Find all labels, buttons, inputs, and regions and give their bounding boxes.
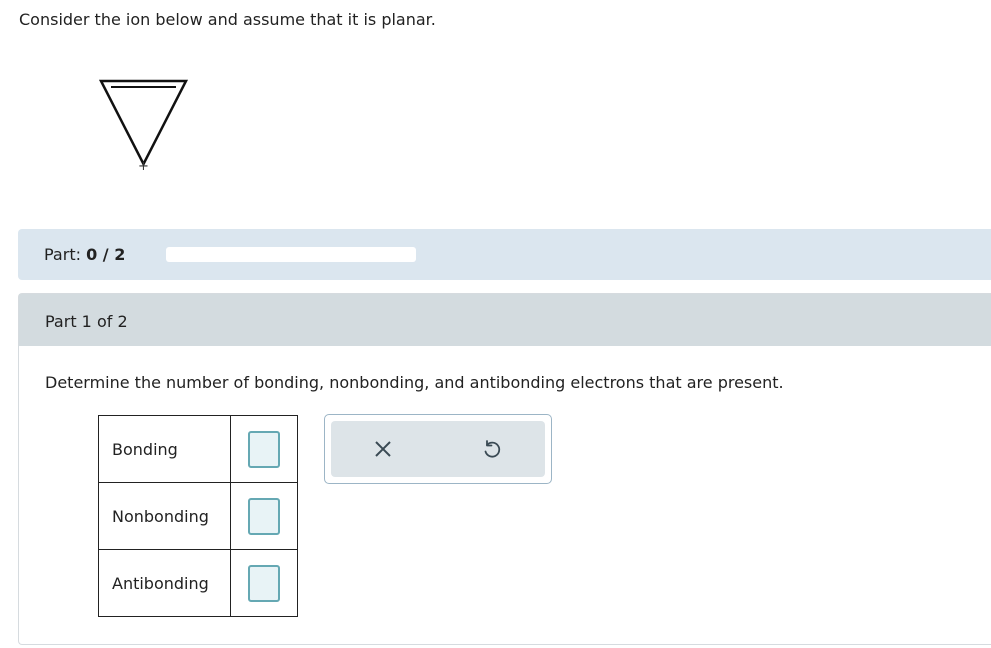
charge-label: + (138, 159, 149, 174)
antibonding-input[interactable] (248, 564, 280, 602)
nonbonding-input[interactable] (248, 497, 280, 535)
table-row: Antibonding (98, 549, 298, 617)
part-label-text: Part: (44, 245, 81, 264)
bonding-input[interactable] (248, 430, 280, 468)
tool-panel-inner (331, 421, 545, 477)
undo-button[interactable] (477, 435, 505, 463)
row-label-bonding: Bonding (98, 415, 231, 483)
cyclopropenyl-cation-structure: + (98, 79, 189, 174)
close-icon (375, 441, 391, 457)
row-label-nonbonding: Nonbonding (98, 482, 231, 550)
part-prompt: Determine the number of bonding, nonbond… (45, 373, 784, 392)
row-label-antibonding: Antibonding (98, 549, 231, 617)
part-progress-bar: Part: 0 / 2 (18, 229, 991, 280)
part-section: Part 1 of 2 Determine the number of bond… (18, 293, 991, 645)
question-text: Consider the ion below and assume that i… (19, 10, 436, 29)
progress-track (166, 247, 416, 262)
clear-button[interactable] (369, 435, 397, 463)
answer-table: Bonding Nonbonding Antibonding (98, 415, 298, 617)
row-input-cell (230, 549, 298, 617)
table-row: Bonding (98, 415, 298, 483)
section-header: Part 1 of 2 (19, 294, 991, 346)
table-row: Nonbonding (98, 482, 298, 550)
row-input-cell (230, 415, 298, 483)
undo-icon (484, 440, 501, 458)
part-score: Part: 0 / 2 (44, 245, 125, 264)
tool-panel (324, 414, 552, 484)
page: Consider the ion below and assume that i… (0, 0, 991, 648)
part-score-value: 0 / 2 (86, 245, 126, 264)
section-title: Part 1 of 2 (45, 312, 128, 331)
row-input-cell (230, 482, 298, 550)
ring-triangle (98, 79, 189, 167)
